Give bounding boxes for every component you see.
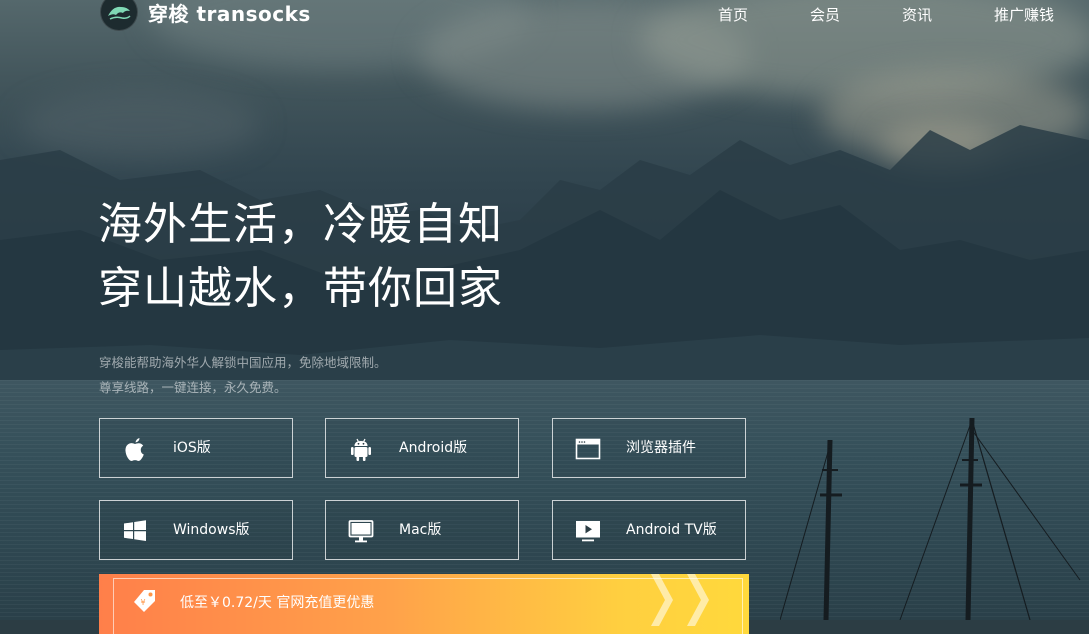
browser-window-icon — [575, 438, 601, 460]
mac-download-button[interactable]: Mac版 — [325, 500, 519, 560]
download-buttons: iOS版 Android版 浏览器插件 Windows版 Mac版 Androi… — [99, 418, 749, 564]
nav-item-referral[interactable]: 推广赚钱 — [994, 4, 1054, 25]
hero-title-line-2: 穿山越水，带你回家 — [98, 263, 503, 314]
android-download-label: Android版 — [399, 440, 468, 456]
nav-item-home[interactable]: 首页 — [718, 4, 748, 25]
boat-masts — [780, 417, 1081, 620]
windows-download-button[interactable]: Windows版 — [99, 500, 293, 560]
hero-title: 海外生活，冷暖自知 穿山越水，带你回家 — [98, 193, 503, 321]
browser-extension-label: 浏览器插件 — [626, 440, 696, 456]
top-nav: 首页 会员 资讯 推广赚钱 — [0, 4, 1089, 26]
hero-subtitle-line-1: 穿梭能帮助海外华人解锁中国应用，免除地域限制。 — [99, 355, 387, 370]
hero-title-line-1: 海外生活，冷暖自知 — [98, 199, 503, 250]
android-icon — [351, 438, 371, 461]
promo-banner[interactable]: ¥ 低至￥0.72/天 官网充值更优惠 — [99, 574, 749, 634]
ios-download-label: iOS版 — [173, 440, 211, 456]
mac-download-label: Mac版 — [399, 522, 442, 538]
ios-download-button[interactable]: iOS版 — [99, 418, 293, 478]
price-tag-icon: ¥ — [134, 590, 155, 612]
apple-icon — [125, 438, 144, 461]
windows-icon — [124, 520, 146, 541]
tv-play-icon — [576, 521, 600, 542]
windows-download-label: Windows版 — [173, 522, 250, 538]
chevron-right-icon — [651, 574, 709, 626]
svg-text:¥: ¥ — [140, 598, 145, 607]
hero-subtitle-line-2: 尊享线路，一键连接，永久免费。 — [99, 380, 287, 395]
monitor-icon — [348, 520, 374, 543]
android-tv-download-label: Android TV版 — [626, 522, 717, 538]
browser-extension-button[interactable]: 浏览器插件 — [552, 418, 746, 478]
nav-item-membership[interactable]: 会员 — [810, 4, 840, 25]
hero-subtitle: 穿梭能帮助海外华人解锁中国应用，免除地域限制。 尊享线路，一键连接，永久免费。 — [99, 350, 387, 400]
android-download-button[interactable]: Android版 — [325, 418, 519, 478]
nav-item-news[interactable]: 资讯 — [902, 4, 932, 25]
android-tv-download-button[interactable]: Android TV版 — [552, 500, 746, 560]
promo-text: 低至￥0.72/天 官网充值更优惠 — [180, 595, 375, 611]
